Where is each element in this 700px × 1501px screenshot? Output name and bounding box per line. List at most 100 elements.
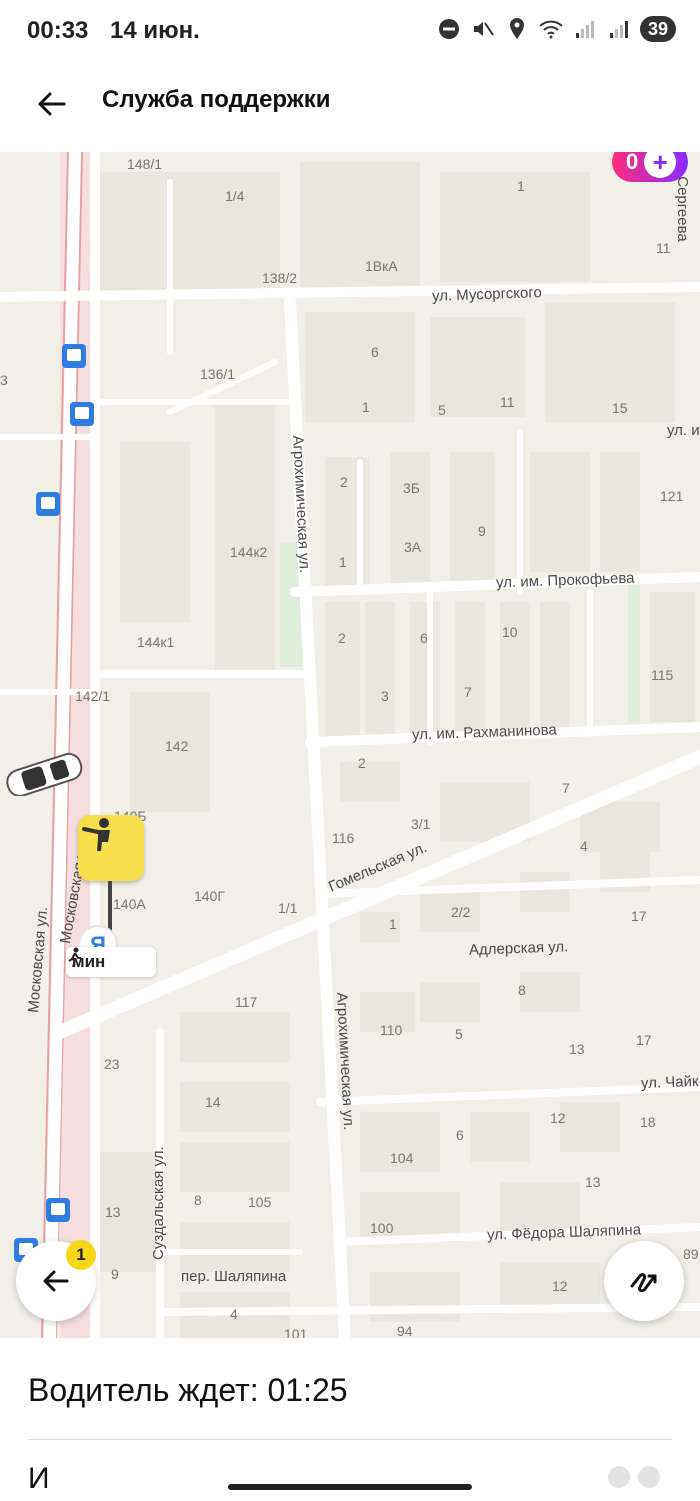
- house-number: 6: [456, 1127, 464, 1143]
- status-bar: 00:33 14 июн. 39: [0, 0, 700, 62]
- house-number: 2: [338, 630, 346, 646]
- house-number: 142: [165, 738, 189, 754]
- house-number: 110: [380, 1022, 403, 1038]
- house-number: 1ВкА: [365, 258, 398, 274]
- house-number: 3/1: [411, 816, 431, 832]
- status-icons: 39: [436, 16, 676, 42]
- driver-waiting-title: Водитель ждет: 01:25: [28, 1372, 348, 1408]
- house-number: 7: [464, 684, 472, 700]
- house-number: 8: [518, 982, 526, 998]
- battery-indicator: 39: [639, 16, 676, 42]
- house-number: 3Б: [403, 480, 420, 496]
- house-number: 116: [332, 830, 355, 846]
- bottom-sheet[interactable]: Водитель ждет: 01:25 И: [0, 1338, 700, 1501]
- house-number: 23: [104, 1056, 120, 1072]
- house-number: 10: [502, 624, 518, 640]
- pickup-pin[interactable]: [78, 815, 144, 881]
- avatar: [638, 1466, 660, 1488]
- status-time: 00:33: [27, 17, 89, 44]
- house-number: 12: [552, 1278, 568, 1294]
- house-number: 115: [651, 667, 674, 683]
- house-number: 101: [284, 1326, 308, 1338]
- house-number: 1: [517, 178, 525, 194]
- home-indicator[interactable]: [228, 1484, 472, 1490]
- house-number: 5: [438, 402, 446, 418]
- house-number: 142/1: [75, 688, 111, 704]
- app-header: Служба поддержки: [0, 62, 700, 152]
- house-number: 104: [390, 1150, 414, 1166]
- house-number: 140А: [113, 896, 146, 912]
- signal-icon: [572, 16, 598, 42]
- waving-person-icon: [82, 818, 110, 851]
- house-number: 13: [105, 1204, 121, 1220]
- page-title: Служба поддержки: [102, 86, 331, 113]
- house-number: 4: [230, 1306, 238, 1322]
- house-number: 100: [370, 1220, 394, 1236]
- house-number: 121: [660, 488, 684, 504]
- house-number: 9: [111, 1266, 119, 1282]
- house-number: 13: [569, 1041, 585, 1057]
- street-label: Адлерская ул.: [468, 938, 569, 959]
- house-number: 11: [656, 240, 671, 256]
- divider: [28, 1439, 672, 1440]
- street-label: ул. и: [667, 422, 700, 439]
- house-number: 5: [455, 1026, 463, 1042]
- back-button[interactable]: [30, 82, 74, 126]
- house-number: 140Г: [194, 888, 225, 904]
- map-roads: [0, 152, 700, 1338]
- house-number: 144к2: [230, 544, 268, 560]
- house-number: 3: [381, 688, 389, 704]
- house-number: 1: [339, 554, 347, 570]
- avatar-group: [608, 1466, 660, 1488]
- route-icon: [630, 1273, 657, 1293]
- house-number: 1: [362, 399, 370, 415]
- house-number: 17: [631, 908, 647, 924]
- house-number: 15: [612, 400, 628, 416]
- walk-time-chip: мин: [66, 947, 156, 977]
- street-label: Суздальская ул.: [150, 1146, 167, 1260]
- house-number: 9: [478, 523, 486, 539]
- car-icon: [6, 752, 83, 796]
- house-number: 2/2: [451, 904, 471, 920]
- house-number: 11: [500, 394, 515, 410]
- house-number: 136/1: [200, 366, 236, 382]
- house-number: 6: [420, 630, 428, 646]
- house-number: 1/4: [225, 188, 245, 204]
- signal-icon-2: [606, 16, 632, 42]
- avatar: [608, 1466, 630, 1488]
- dnd-icon: [436, 16, 462, 42]
- plus-points-badge[interactable]: 0 +: [612, 152, 688, 182]
- walking-person-icon: [68, 947, 81, 967]
- house-number: 2: [340, 474, 348, 490]
- house-number: 18: [640, 1114, 656, 1130]
- arrow-left-icon: [38, 92, 66, 116]
- house-number: 17: [636, 1032, 652, 1048]
- house-number: 13: [585, 1174, 601, 1190]
- house-number: 6: [371, 344, 379, 360]
- house-number: 2: [358, 755, 366, 771]
- house-number: 148/1: [127, 156, 163, 172]
- house-number: 144к1: [137, 634, 175, 650]
- arrow-left-icon: [43, 1270, 69, 1292]
- house-number: 117: [235, 994, 258, 1010]
- pin-stem: [108, 881, 112, 933]
- house-number: 89: [683, 1246, 699, 1262]
- house-number: 3: [0, 372, 8, 388]
- house-number: 8: [194, 1192, 202, 1208]
- house-number: 4: [580, 838, 588, 854]
- route-button[interactable]: [604, 1241, 684, 1321]
- house-number: 138/2: [262, 270, 298, 286]
- sheet-next-item: И: [28, 1462, 50, 1495]
- house-number: 7: [562, 780, 570, 796]
- street-label: ул. Чайк: [640, 1073, 699, 1092]
- house-number: 94: [397, 1323, 413, 1338]
- mute-icon: [470, 16, 496, 42]
- house-number: 1/1: [278, 900, 298, 916]
- house-number: 3А: [404, 539, 422, 555]
- house-number: 14: [205, 1094, 221, 1110]
- wifi-icon: [538, 16, 564, 42]
- house-number: 105: [248, 1194, 272, 1210]
- plus-icon: +: [644, 152, 677, 178]
- map-view[interactable]: 148/1 1/4 138/2 1ВкА 1 11 6 136/1 1 5 11…: [0, 152, 700, 1338]
- house-number: 12: [550, 1110, 566, 1126]
